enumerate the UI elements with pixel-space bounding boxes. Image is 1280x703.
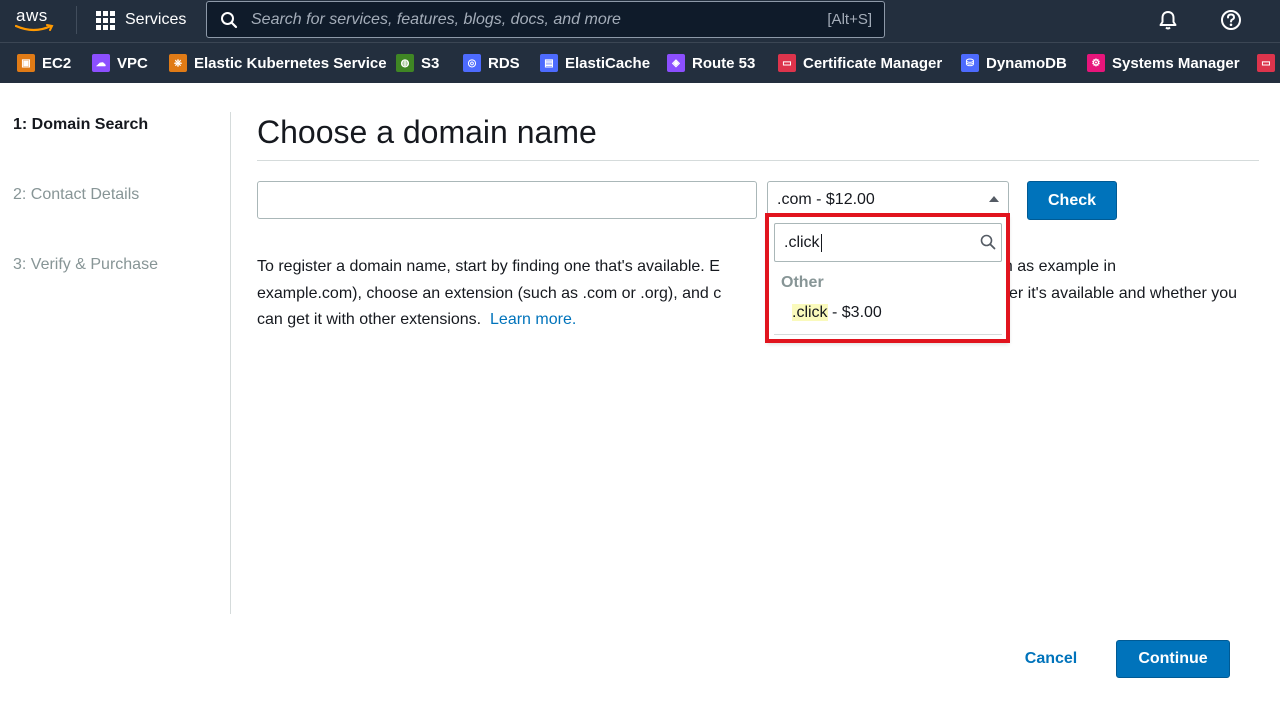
wizard-step-domain-search[interactable]: 1: Domain Search: [13, 116, 148, 134]
services-menu-button[interactable]: Services: [96, 8, 186, 32]
tld-option-click[interactable]: .click - $3.00: [792, 304, 882, 322]
continue-button[interactable]: Continue: [1116, 640, 1230, 678]
option-price: - $3.00: [827, 304, 882, 321]
top-navigation: aws Services Search for services, featur…: [0, 0, 1280, 42]
help-icon[interactable]: [1220, 9, 1242, 31]
domain-name-input[interactable]: [257, 181, 757, 219]
systems-manager-icon: ⚙: [1087, 54, 1105, 72]
certificate-manager-icon: ▭: [1257, 54, 1275, 72]
page-title: Choose a domain name: [257, 114, 597, 150]
search-icon: [980, 234, 996, 250]
favorite-rds[interactable]: ◎ RDS: [463, 53, 520, 73]
tld-selected-value: .com - $12.00: [777, 191, 875, 208]
dropdown-divider: [774, 334, 1002, 335]
aws-logo-text: aws: [16, 6, 48, 25]
aws-smile-icon: [15, 24, 54, 32]
tld-dropdown-menu: .click Other .click - $3.00: [767, 215, 1009, 342]
option-match-highlight: .click: [792, 304, 828, 321]
tld-filter-query: .click: [784, 234, 820, 252]
favorite-route53[interactable]: ◈ Route 53: [667, 53, 755, 73]
favorite-label: Elastic Kubernetes Service: [194, 54, 387, 72]
rds-icon: ◎: [463, 54, 481, 72]
description-line-3: can get it with other extensions.: [257, 311, 482, 328]
description-line-2b: er it's available and whether you: [1009, 284, 1238, 302]
favorite-label: Systems Manager: [1112, 54, 1240, 72]
favorite-label: Route 53: [692, 54, 756, 72]
wizard-divider: [230, 112, 231, 614]
description-line-1a: To register a domain name, start by find…: [257, 258, 720, 275]
services-grid-icon: [96, 10, 115, 30]
favorite-dynamodb[interactable]: ⛁ DynamoDB: [961, 53, 1067, 73]
favorite-elasticache[interactable]: ▤ ElastiCache: [540, 53, 650, 73]
check-button[interactable]: Check: [1027, 181, 1117, 220]
favorite-systems-manager[interactable]: ⚙ Systems Manager: [1087, 53, 1240, 73]
services-label: Services: [125, 11, 187, 28]
caret-up-icon: [989, 196, 999, 202]
favorite-s3[interactable]: ◍ S3: [396, 53, 439, 73]
favorite-certificate-manager[interactable]: ▭ Certificate Manager: [778, 53, 942, 73]
route53-icon: ◈: [667, 54, 685, 72]
favorite-eks[interactable]: ⎈ Elastic Kubernetes Service: [169, 53, 387, 73]
favorite-label: Certificate Manager: [803, 54, 943, 72]
wizard-step-verify-purchase: 3: Verify & Purchase: [13, 256, 158, 273]
certificate-manager-icon: ▭: [778, 54, 796, 72]
s3-icon: ◍: [396, 54, 414, 72]
favorite-label: EC2: [42, 54, 72, 72]
eks-icon: ⎈: [169, 54, 187, 72]
title-divider: [257, 160, 1259, 161]
tld-filter-input[interactable]: .click: [774, 223, 1002, 262]
tld-select[interactable]: .com - $12.00: [767, 181, 1009, 215]
elasticache-icon: ▤: [540, 54, 558, 72]
cancel-button[interactable]: Cancel: [1010, 645, 1092, 673]
favorite-vpc[interactable]: ☁ VPC: [92, 53, 148, 73]
favorite-label: S3: [421, 54, 440, 72]
description-text: To register a domain name, start by find…: [257, 254, 1267, 334]
favorite-label: RDS: [488, 54, 520, 72]
favorite-label: DynamoDB: [986, 54, 1067, 72]
aws-logo[interactable]: aws: [14, 5, 58, 35]
learn-more-link[interactable]: Learn more.: [490, 311, 576, 328]
vpc-icon: ☁: [92, 54, 110, 72]
nav-divider: [76, 6, 77, 34]
favorite-label: ElastiCache: [565, 54, 651, 72]
dynamodb-icon: ⛁: [961, 54, 979, 72]
favorite-ec2[interactable]: ▣ EC2: [17, 53, 71, 73]
favorites-bar: ▣ EC2 ☁ VPC ⎈ Elastic Kubernetes Service…: [0, 42, 1280, 83]
favorite-label: VPC: [117, 54, 148, 72]
wizard-step-contact-details: 2: Contact Details: [13, 186, 140, 203]
favorite-overflow[interactable]: ▭: [1257, 53, 1280, 73]
dropdown-group-label: Other: [781, 274, 824, 291]
description-line-2a: example.com), choose an extension (such …: [257, 284, 722, 302]
notifications-bell-icon[interactable]: [1157, 9, 1179, 31]
search-shortcut-hint: [Alt+S]: [827, 11, 872, 28]
search-placeholder: Search for services, features, blogs, do…: [251, 11, 621, 28]
ec2-icon: ▣: [17, 54, 35, 72]
search-icon: [221, 12, 238, 29]
global-search-input[interactable]: Search for services, features, blogs, do…: [206, 1, 885, 38]
